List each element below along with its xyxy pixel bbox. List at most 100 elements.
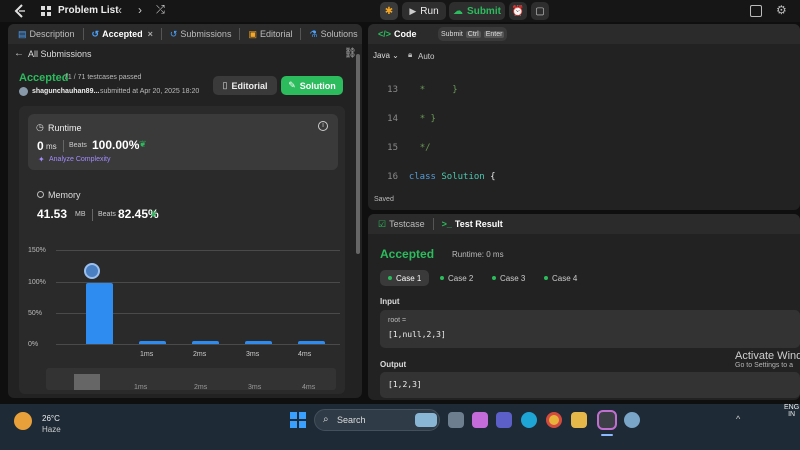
- chrome-profile-icon[interactable]: [597, 410, 617, 430]
- tab-test-result[interactable]: >_ Test Result: [438, 219, 507, 229]
- case-tab-1[interactable]: Case 1: [380, 270, 430, 286]
- runtime-beats-value: 100.00%: [92, 138, 140, 152]
- mini-label: 2ms: [194, 384, 208, 391]
- tab-solutions[interactable]: ⚗ Solutions: [305, 29, 361, 40]
- code-tab-row: </> Code: [368, 24, 800, 44]
- next-problem-icon[interactable]: ›: [138, 3, 142, 17]
- clock-icon: ◷: [36, 122, 44, 132]
- case-label: Case 1: [396, 273, 422, 283]
- runtime-beats-label: Beats: [69, 142, 87, 149]
- tab-editorial[interactable]: ▣ Editorial: [244, 29, 296, 40]
- chart-bar[interactable]: [139, 340, 166, 344]
- pass-dot-icon: [388, 276, 392, 280]
- chart-bar[interactable]: [245, 340, 272, 344]
- solution-button[interactable]: ✎ Solution: [281, 76, 343, 95]
- user-avatar-marker: [84, 263, 100, 279]
- divider: [63, 140, 64, 152]
- search-box[interactable]: ⌕ Search: [314, 409, 440, 431]
- debug-button[interactable]: ✱: [380, 2, 398, 20]
- tab-divider: [432, 218, 434, 230]
- tab-submissions[interactable]: ↺ Submissions: [166, 29, 236, 40]
- search-highlight-icon: [415, 413, 437, 427]
- editorial-button[interactable]: ▯ Editorial: [213, 76, 277, 95]
- output-label: Output: [380, 360, 407, 369]
- runtime-title: Runtime: [48, 123, 82, 133]
- line-number: 16: [387, 171, 398, 182]
- pass-dot-icon: [492, 276, 496, 280]
- weather-text: Haze: [42, 425, 61, 434]
- code-editor[interactable]: 13 * } 14 * } 15 */ 16 class Solution { …: [376, 68, 796, 186]
- input-var-name: root =: [388, 317, 407, 324]
- copilot-icon[interactable]: [472, 412, 488, 428]
- grid-menu-icon[interactable]: [40, 5, 52, 17]
- sparkle-icon: ✦: [38, 155, 45, 164]
- language-select[interactable]: Java ⌄: [373, 51, 399, 60]
- pencil-icon: ✎: [288, 80, 296, 90]
- username[interactable]: shagunchauhan89...: [32, 88, 99, 95]
- chrome-icon[interactable]: [546, 412, 562, 428]
- teams-icon[interactable]: [496, 412, 512, 428]
- runtime-value: 0: [37, 139, 44, 153]
- activation-watermark: Activate Wind Go to Settings to a: [735, 350, 800, 369]
- run-button[interactable]: ▶ Run: [402, 2, 446, 20]
- flask-icon: ⚗: [309, 28, 318, 39]
- watermark-title: Activate Wind: [735, 350, 800, 362]
- case-tab-2[interactable]: Case 2: [432, 270, 481, 286]
- case-tab-3[interactable]: Case 3: [484, 270, 533, 286]
- tab-divider: [239, 28, 241, 40]
- scrollbar[interactable]: [356, 54, 360, 254]
- tab-accepted[interactable]: ↺ Accepted ×: [88, 29, 157, 40]
- runtime-distribution-chart[interactable]: 150% 100% 50% 0% 1ms 2ms 3ms 4ms 1ms 2ms…: [28, 244, 344, 394]
- input-box: [380, 310, 800, 348]
- tab-label: Editorial: [259, 29, 293, 39]
- chart-bar[interactable]: [298, 340, 325, 344]
- chart-bar[interactable]: [86, 282, 113, 344]
- memory-unit: MB: [75, 211, 86, 218]
- line-number: 14: [387, 113, 398, 124]
- all-submissions-link[interactable]: All Submissions: [28, 49, 92, 59]
- close-icon[interactable]: ×: [148, 29, 153, 39]
- grid-line: [56, 250, 340, 251]
- submission-panel: ▤ Description ↺ Accepted × ↺ Submissions ▣ Ed…: [8, 24, 362, 398]
- tab-testcase[interactable]: ☑ Testcase: [374, 219, 429, 230]
- tab-divider: [160, 28, 162, 40]
- language-indicator[interactable]: ENG IN: [784, 404, 799, 418]
- mini-label: 3ms: [248, 384, 262, 391]
- analyze-complexity-link[interactable]: Analyze Complexity: [49, 156, 110, 163]
- layout-icon[interactable]: [750, 5, 762, 17]
- leaf-icon: ❦: [150, 209, 158, 219]
- watermark-subtitle: Go to Settings to a: [735, 362, 793, 369]
- chevron-up-icon[interactable]: ^: [736, 414, 740, 424]
- input-label: Input: [380, 297, 400, 306]
- timer-button[interactable]: ⏰: [509, 2, 527, 20]
- task-view-icon[interactable]: [448, 412, 464, 428]
- problem-list-link[interactable]: Problem List: [58, 5, 119, 16]
- info-icon[interactable]: i: [318, 121, 328, 131]
- back-arrow-icon[interactable]: ←: [14, 48, 24, 59]
- key-ctrl: Ctrl: [465, 30, 481, 38]
- app-logo-icon[interactable]: [12, 3, 28, 19]
- case-tab-4[interactable]: Case 4: [536, 270, 585, 286]
- browser-app-icon[interactable]: [624, 412, 640, 428]
- note-icon: ▢: [535, 5, 545, 17]
- scrubber-window[interactable]: [74, 374, 100, 390]
- notes-button[interactable]: ▢: [531, 2, 549, 20]
- submission-status: Accepted: [19, 72, 69, 84]
- settings-icon[interactable]: ⚙: [776, 3, 787, 17]
- tab-description[interactable]: ▤ Description: [14, 29, 79, 40]
- tab-code[interactable]: </> Code: [374, 29, 421, 39]
- y-tick-label: 150%: [28, 247, 46, 254]
- prev-problem-icon[interactable]: ‹: [118, 3, 122, 17]
- temperature[interactable]: 26°C: [42, 414, 60, 423]
- submit-button[interactable]: ☁ Submit: [449, 2, 505, 20]
- chart-bar[interactable]: [192, 340, 219, 344]
- code-icon: </>: [378, 29, 392, 39]
- shuffle-icon[interactable]: ⤮: [156, 4, 165, 17]
- share-link-icon[interactable]: ⛓: [344, 48, 357, 59]
- windows-start-icon[interactable]: [290, 412, 306, 428]
- document-icon: ▤: [18, 28, 27, 39]
- edge-icon[interactable]: [521, 412, 537, 428]
- file-explorer-icon[interactable]: [571, 412, 587, 428]
- solution-label: Solution: [299, 80, 336, 91]
- active-app-indicator: [601, 434, 613, 436]
